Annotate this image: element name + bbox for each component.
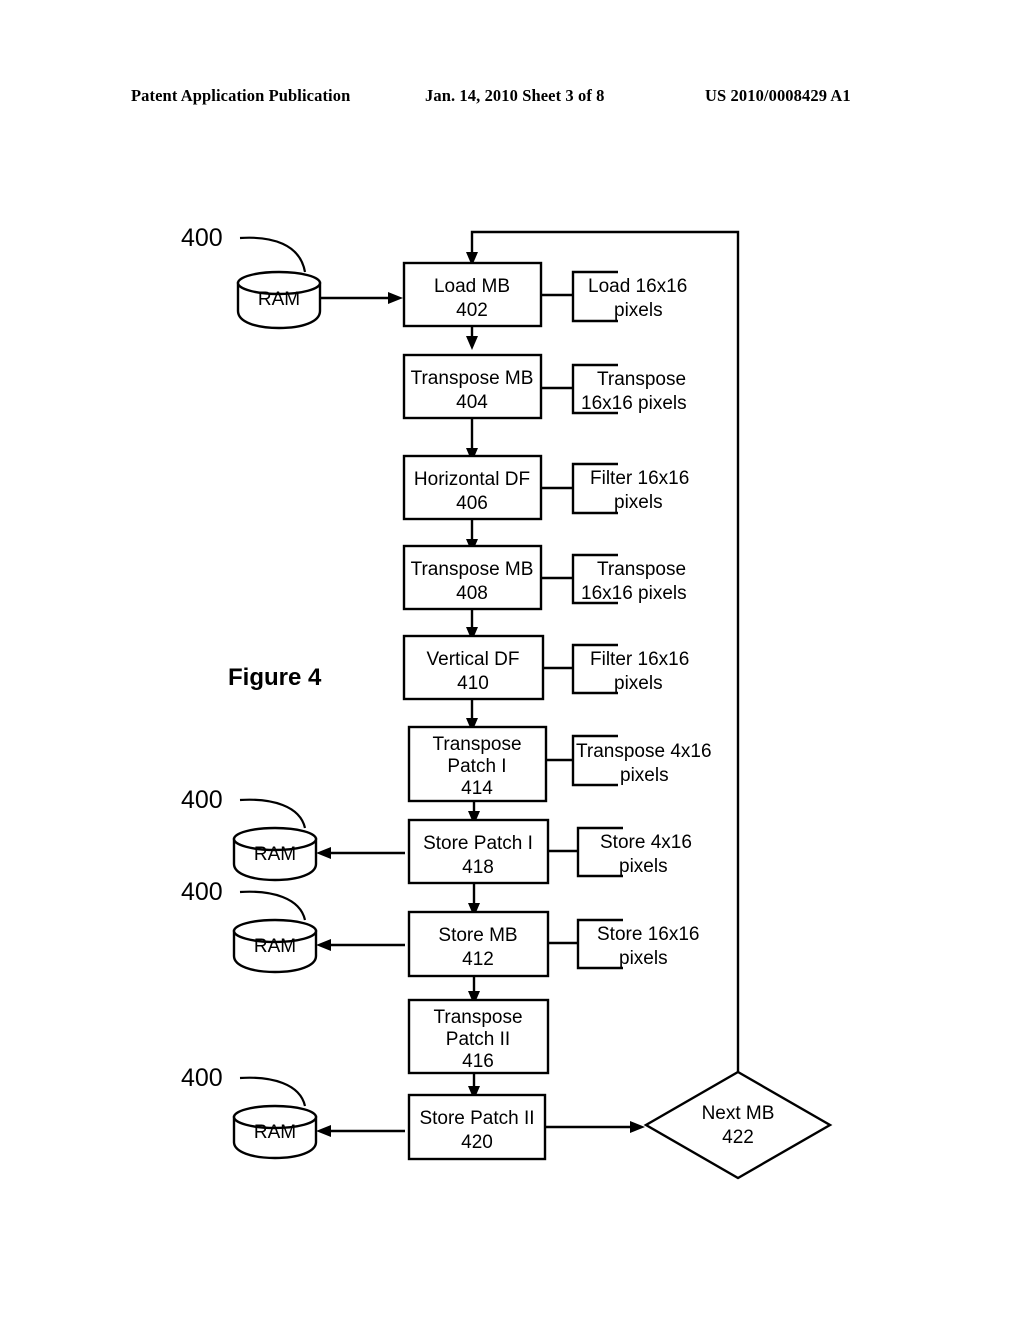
step-title-404: Transpose MB [411, 368, 534, 389]
step-ref-416: 416 [462, 1051, 494, 1072]
note-line-1-414: Transpose 4x16 [576, 741, 712, 762]
arrowhead-store-mb-to-ram3 [316, 939, 331, 951]
ram-label-4: RAM [254, 1122, 296, 1143]
note-line-1-408: Transpose [597, 559, 686, 580]
step-title-412: Store MB [438, 925, 517, 946]
note-line-2-402: pixels [614, 300, 663, 321]
step-ref-408: 408 [456, 583, 488, 604]
ram-node-1: 400 RAM [181, 224, 403, 330]
note-line-2-410: pixels [614, 673, 663, 694]
ram-node-3: 400 RAM [181, 878, 405, 974]
decision-next-mb[interactable]: Next MB 422 [643, 1070, 833, 1180]
step-title-420: Store Patch II [419, 1108, 534, 1129]
step-title-402: Load MB [434, 276, 510, 297]
decision-ref-422: 422 [722, 1127, 754, 1148]
process-step-transpose-patch-ii[interactable]: Transpose Patch II 416 [407, 998, 550, 1075]
step-ref-420: 420 [461, 1132, 493, 1153]
step-ref-406: 406 [456, 493, 488, 514]
process-step-transpose-mb-408[interactable]: Transpose MB 408 Transpose 16x16 pixels [402, 544, 687, 611]
note-line-1-406: Filter 16x16 [590, 468, 689, 489]
figure-4-flowchart: Figure 4 400 RAM 400 RAM 400 RAM 400 RAM… [181, 224, 833, 1180]
ram-label-2: RAM [254, 844, 296, 865]
ref-label-400-4: 400 [181, 1064, 223, 1092]
ram-label-3: RAM [254, 936, 296, 957]
ref-label-400-2: 400 [181, 786, 223, 814]
step-title-414-line2: Patch I [447, 756, 506, 777]
arrowhead-store-patch-ii-to-ram4 [316, 1125, 331, 1137]
note-line-2-418: pixels [619, 856, 668, 877]
note-line-1-410: Filter 16x16 [590, 649, 689, 670]
figure-caption: Figure 4 [228, 664, 322, 691]
process-step-store-patch-ii[interactable]: Store Patch II 420 [407, 1093, 547, 1161]
note-line-1-418: Store 4x16 [600, 832, 692, 853]
ram-label-1: RAM [258, 289, 300, 310]
step-ref-418: 418 [462, 857, 494, 878]
process-step-horizontal-df[interactable]: Horizontal DF 406 Filter 16x16 pixels [402, 454, 689, 521]
process-step-load-mb[interactable]: Load MB 402 Load 16x16 pixels [402, 261, 687, 328]
step-title-416-line1: Transpose [433, 1007, 522, 1028]
ram-node-4: 400 RAM [181, 1064, 405, 1160]
ram-node-2: 400 RAM [181, 786, 405, 882]
note-line-2-406: pixels [614, 492, 663, 513]
step-ref-414: 414 [461, 778, 493, 799]
process-step-store-mb[interactable]: Store MB 412 Store 16x16 pixels [407, 910, 699, 978]
step-title-414-line1: Transpose [432, 734, 521, 755]
note-line-2-412: pixels [619, 948, 668, 969]
step-title-418: Store Patch I [423, 833, 533, 854]
ref-label-400-1: 400 [181, 224, 223, 252]
arrowhead-store-patch-i-to-ram2 [316, 847, 331, 859]
note-line-1-412: Store 16x16 [597, 924, 699, 945]
ref-label-400-3: 400 [181, 878, 223, 906]
arrowhead-ram1-to-load [388, 292, 403, 304]
step-title-406: Horizontal DF [414, 469, 530, 490]
process-step-vertical-df[interactable]: Vertical DF 410 Filter 16x16 pixels [402, 634, 689, 701]
process-step-store-patch-i[interactable]: Store Patch I 418 Store 4x16 pixels [407, 818, 692, 885]
step-ref-404: 404 [456, 392, 488, 413]
process-step-transpose-mb-404[interactable]: Transpose MB 404 Transpose 16x16 pixels [402, 353, 687, 420]
step-ref-402: 402 [456, 300, 488, 321]
process-step-transpose-patch-i[interactable]: Transpose Patch I 414 Transpose 4x16 pix… [407, 725, 712, 803]
note-line-2-404: 16x16 pixels [581, 393, 687, 414]
step-title-408: Transpose MB [411, 559, 534, 580]
step-title-416-line2: Patch II [446, 1029, 510, 1050]
step-ref-410: 410 [457, 673, 489, 694]
note-line-2-408: 16x16 pixels [581, 583, 687, 604]
note-line-1-404: Transpose [597, 369, 686, 390]
note-line-1-402: Load 16x16 [588, 276, 687, 297]
step-ref-412: 412 [462, 949, 494, 970]
step-title-410: Vertical DF [427, 649, 520, 670]
note-line-2-414: pixels [620, 765, 669, 786]
decision-title-422: Next MB [702, 1103, 775, 1124]
